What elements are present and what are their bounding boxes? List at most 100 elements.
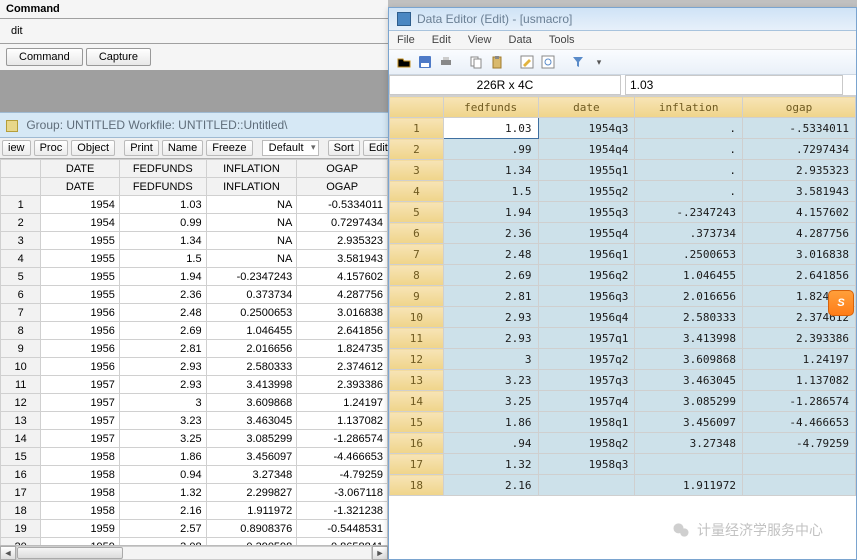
cell-fedfunds[interactable]: 1.32 [443, 454, 538, 475]
cell-date[interactable]: 1957 [41, 376, 120, 394]
row-header[interactable]: 6 [390, 223, 444, 244]
cell-date[interactable]: 1954q4 [538, 139, 635, 160]
cell-inflation[interactable]: 3.456097 [635, 412, 743, 433]
table-row[interactable]: 16.941958q23.27348-4.79259 [390, 433, 856, 454]
cell-date[interactable]: 1957q2 [538, 349, 635, 370]
cell-date[interactable]: 1957 [41, 412, 120, 430]
cell-date[interactable]: 1955q3 [538, 202, 635, 223]
cell-date[interactable]: 1956 [41, 322, 120, 340]
cell-ogap[interactable]: -4.466653 [297, 448, 388, 466]
stata-header-date[interactable]: date [538, 97, 635, 118]
cell-date[interactable]: 1955 [41, 286, 120, 304]
table-row[interactable]: 171.321958q3 [390, 454, 856, 475]
table-row[interactable]: 11.031954q3.-.5334011 [390, 118, 856, 139]
cell-fedfunds[interactable]: 3.25 [119, 430, 206, 448]
cell-fedfunds[interactable]: 2.36 [443, 223, 538, 244]
table-row[interactable]: 133.231957q33.4630451.137082 [390, 370, 856, 391]
cell-inflation[interactable]: 0.390598 [206, 538, 297, 546]
cell-date[interactable]: 1956q3 [538, 286, 635, 307]
table-row[interactable]: 1319573.233.4630451.137082 [1, 412, 388, 430]
ev-header-ogap[interactable]: OGAP [297, 160, 388, 178]
eviews-spreadsheet[interactable]: DATE FEDFUNDS INFLATION OGAP DATE FEDFUN… [0, 159, 388, 545]
cell-inflation[interactable]: NA [206, 196, 297, 214]
table-row[interactable]: 619552.360.3737344.287756 [1, 286, 388, 304]
row-header[interactable]: 4 [390, 181, 444, 202]
cell-date[interactable]: 1958 [41, 502, 120, 520]
row-header[interactable]: 12 [1, 394, 41, 412]
cell-ogap[interactable]: 1.824735 [297, 340, 388, 358]
proc-button[interactable]: Proc [34, 140, 69, 156]
table-row[interactable]: 82.691956q21.0464552.641856 [390, 265, 856, 286]
copy-icon[interactable] [467, 53, 485, 71]
cell-fedfunds[interactable]: 0.99 [119, 214, 206, 232]
row-header[interactable]: 12 [390, 349, 444, 370]
cell-ogap[interactable]: 1.24197 [297, 394, 388, 412]
row-header[interactable]: 4 [1, 250, 41, 268]
edit-menu[interactable]: dit [4, 22, 30, 40]
cell-ogap[interactable]: 4.157602 [297, 268, 388, 286]
cell-fedfunds[interactable]: 1.86 [443, 412, 538, 433]
row-header[interactable]: 6 [1, 286, 41, 304]
cell-inflation[interactable]: 3.413998 [206, 376, 297, 394]
row-header[interactable]: 14 [1, 430, 41, 448]
cell-fedfunds[interactable]: 1.94 [443, 202, 538, 223]
cell-fedfunds[interactable]: 3.23 [443, 370, 538, 391]
table-row[interactable]: 1019562.932.5803332.374612 [1, 358, 388, 376]
table-row[interactable]: 1119572.933.4139982.393386 [1, 376, 388, 394]
cell-inflation[interactable]: 0.8908376 [206, 520, 297, 538]
cell-ogap[interactable]: 3.016838 [742, 244, 855, 265]
row-header[interactable]: 3 [390, 160, 444, 181]
row-header[interactable]: 2 [390, 139, 444, 160]
table-row[interactable]: 119541.03NA-0.5334011 [1, 196, 388, 214]
row-header[interactable]: 15 [1, 448, 41, 466]
table-row[interactable]: 819562.691.0464552.641856 [1, 322, 388, 340]
cell-ogap[interactable]: 4.287756 [742, 223, 855, 244]
cell-inflation[interactable]: 3.27348 [635, 433, 743, 454]
cell-inflation[interactable]: . [635, 160, 743, 181]
table-row[interactable]: 92.811956q32.0166561.824735 [390, 286, 856, 307]
table-row[interactable]: 51.941955q3-.23472434.157602 [390, 202, 856, 223]
cell-ogap[interactable]: -.5334011 [742, 118, 855, 139]
row-header[interactable]: 10 [1, 358, 41, 376]
scroll-right-icon[interactable]: ► [372, 546, 388, 560]
cell-ogap[interactable]: -1.321238 [297, 502, 388, 520]
browse-mode-icon[interactable] [539, 53, 557, 71]
table-row[interactable]: 1919592.570.8908376-0.5448531 [1, 520, 388, 538]
name-button[interactable]: Name [162, 140, 203, 156]
table-row[interactable]: 151.861958q13.456097-4.466653 [390, 412, 856, 433]
row-header[interactable]: 18 [390, 475, 444, 496]
row-header[interactable]: 5 [390, 202, 444, 223]
cell-date[interactable]: 1955 [41, 250, 120, 268]
table-row[interactable]: 1419573.253.085299-1.286574 [1, 430, 388, 448]
stata-header-ogap[interactable]: ogap [742, 97, 855, 118]
cell-fedfunds[interactable]: 1.86 [119, 448, 206, 466]
cell-date[interactable]: 1958 [41, 466, 120, 484]
view-button[interactable]: iew [2, 140, 31, 156]
row-header[interactable]: 1 [1, 196, 41, 214]
cell-date[interactable]: 1956q1 [538, 244, 635, 265]
cell-date[interactable]: 1957 [41, 430, 120, 448]
cell-ogap[interactable]: 2.935323 [297, 232, 388, 250]
cell-ogap[interactable]: -0.5334011 [297, 196, 388, 214]
cell-inflation[interactable]: 0.2500653 [206, 304, 297, 322]
row-header[interactable]: 18 [1, 502, 41, 520]
cell-ogap[interactable]: 2.641856 [742, 265, 855, 286]
cell-inflation[interactable]: 3.609868 [635, 349, 743, 370]
dropdown-icon[interactable]: ▾ [590, 53, 608, 71]
cell-fedfunds[interactable]: 2.69 [119, 322, 206, 340]
cell-date[interactable]: 1959 [41, 520, 120, 538]
cell-fedfunds[interactable]: 2.57 [119, 520, 206, 538]
stata-grid[interactable]: fedfunds date inflation ogap 11.031954q3… [389, 96, 856, 559]
cell-ogap[interactable]: 1.137082 [742, 370, 855, 391]
cell-date[interactable]: 1955q4 [538, 223, 635, 244]
row-header[interactable]: 16 [1, 466, 41, 484]
cell-fedfunds[interactable]: 3.08 [119, 538, 206, 546]
cell-fedfunds[interactable]: 1.5 [119, 250, 206, 268]
scroll-track[interactable] [16, 546, 372, 560]
row-header[interactable]: 9 [1, 340, 41, 358]
cell-fedfunds[interactable]: 3.25 [443, 391, 538, 412]
cell-fedfunds[interactable]: 2.93 [119, 358, 206, 376]
cell-inflation[interactable]: -.2347243 [635, 202, 743, 223]
cell-date[interactable]: 1958q1 [538, 412, 635, 433]
cell-inflation[interactable]: 3.085299 [206, 430, 297, 448]
